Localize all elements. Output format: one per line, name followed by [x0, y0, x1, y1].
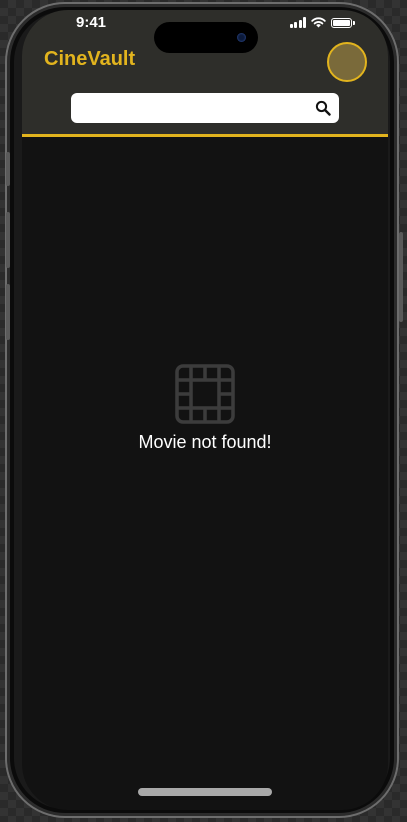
empty-state-message: Movie not found! [138, 432, 272, 452]
app-header: 9:41 CineVault [22, 10, 388, 137]
power-button [399, 232, 403, 322]
volume-down-button [6, 284, 10, 340]
film-icon [175, 364, 235, 424]
search-input[interactable] [79, 93, 304, 123]
dynamic-island [154, 22, 258, 53]
profile-avatar[interactable] [327, 42, 367, 82]
status-icons [289, 17, 355, 28]
app-title: CineVault [44, 48, 136, 70]
search-icon[interactable] [315, 100, 331, 116]
wifi-icon [311, 17, 326, 28]
cellular-signal-icon [289, 17, 306, 28]
action-button [6, 152, 10, 186]
battery-icon [331, 17, 355, 28]
search-bar [71, 93, 339, 123]
app-screen: 9:41 CineVault Movie not found! [22, 10, 388, 810]
empty-state: Movie not found! [22, 364, 388, 453]
camera-icon [237, 33, 246, 42]
status-time: 9:41 [76, 14, 107, 31]
volume-up-button [6, 212, 10, 268]
home-indicator[interactable] [138, 788, 272, 796]
